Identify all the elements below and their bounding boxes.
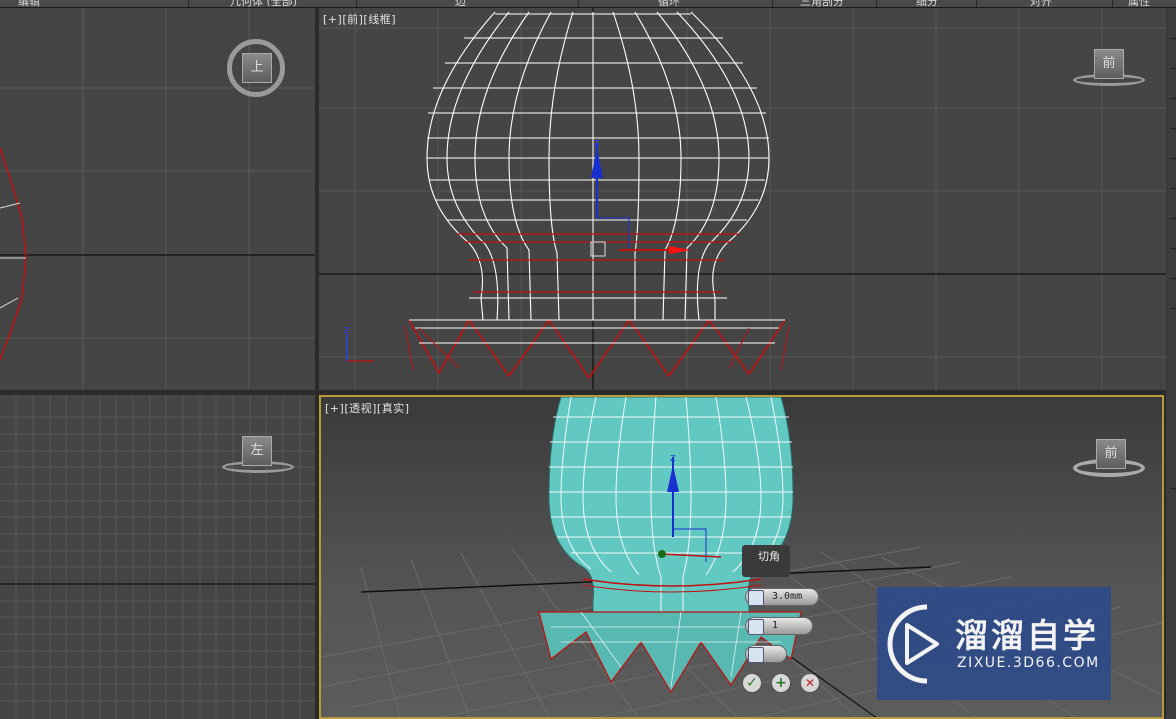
viewport-perspective-label: [+][透视][真实] — [325, 400, 410, 416]
menu-item-edge[interactable]: 边 — [455, 0, 466, 7]
watermark-subtitle: ZIXUE.3D66.COM — [957, 655, 1100, 671]
caddy-ok-button[interactable]: ✓ — [742, 673, 762, 693]
chamfer-segments-spinner[interactable]: 1 — [745, 617, 813, 635]
viewcube-perspective[interactable]: 前 — [1071, 435, 1151, 485]
menu-bar: 编辑 几何体 (全部) 边 循环 三角剖分 细分 对齐 属性 — [0, 0, 1176, 8]
chamfer-segments-value[interactable]: 1 — [772, 620, 778, 631]
viewport-front-shading[interactable]: [线框] — [363, 13, 396, 26]
menu-item-align[interactable]: 对齐 — [1030, 0, 1052, 7]
watermark-logo: 溜溜自学 ZIXUE.3D66.COM — [877, 587, 1111, 700]
viewport-left[interactable]: 左 — [0, 395, 315, 719]
command-panel-edge — [1166, 8, 1176, 719]
viewcube-face[interactable]: 上 — [242, 53, 272, 83]
viewport-front[interactable]: Z Z [+][前][线框] 前 — [319, 8, 1166, 390]
viewport-front-menu-plus[interactable]: [+] — [323, 13, 342, 26]
menu-item-loop[interactable]: 循环 — [658, 0, 680, 7]
chamfer-type-icon — [748, 647, 764, 663]
menu-item-edit[interactable]: 编辑 — [18, 0, 40, 7]
watermark-title: 溜溜自学 — [955, 616, 1099, 655]
chamfer-amount-icon — [748, 590, 764, 606]
caddy-apply-button[interactable]: + — [771, 673, 791, 693]
viewport-perspective-view-name[interactable]: [透视] — [344, 402, 377, 415]
viewport-front-scene: Z Z — [319, 8, 1166, 390]
viewcube-face[interactable]: 前 — [1094, 49, 1124, 79]
chamfer-amount-spinner[interactable]: 3.0mm — [745, 588, 819, 606]
chamfer-amount-value[interactable]: 3.0mm — [772, 591, 802, 602]
menu-item-triangulate[interactable]: 三角剖分 — [800, 0, 844, 7]
viewport-perspective-menu-plus[interactable]: [+] — [325, 402, 344, 415]
menu-item-properties[interactable]: 属性 — [1128, 0, 1150, 7]
viewcube-top[interactable]: 上 — [224, 36, 294, 106]
chamfer-caddy-title: 切角 — [742, 545, 790, 577]
chamfer-segments-icon — [748, 619, 764, 635]
viewcube-left[interactable]: 左 — [220, 433, 300, 483]
menu-item-subdivide[interactable]: 细分 — [916, 0, 938, 7]
caddy-cancel-button[interactable]: ✕ — [800, 673, 820, 693]
viewport-top[interactable]: 上 — [0, 8, 315, 390]
menu-item-geometry[interactable]: 几何体 (全部) — [230, 0, 297, 7]
viewcube-face[interactable]: 左 — [242, 436, 272, 466]
svg-text:Z: Z — [344, 326, 350, 335]
watermark-play-icon — [887, 604, 939, 684]
viewport-front-view-name[interactable]: [前] — [342, 13, 363, 26]
chamfer-type-dropdown[interactable] — [745, 645, 787, 663]
svg-text:Z: Z — [670, 454, 676, 463]
viewport-perspective-shading[interactable]: [真实] — [377, 402, 410, 415]
viewcube-face[interactable]: 前 — [1096, 439, 1126, 469]
viewcube-front[interactable]: 前 — [1071, 46, 1151, 96]
viewport-front-label: [+][前][线框] — [323, 11, 396, 27]
svg-text:Z: Z — [594, 139, 600, 148]
